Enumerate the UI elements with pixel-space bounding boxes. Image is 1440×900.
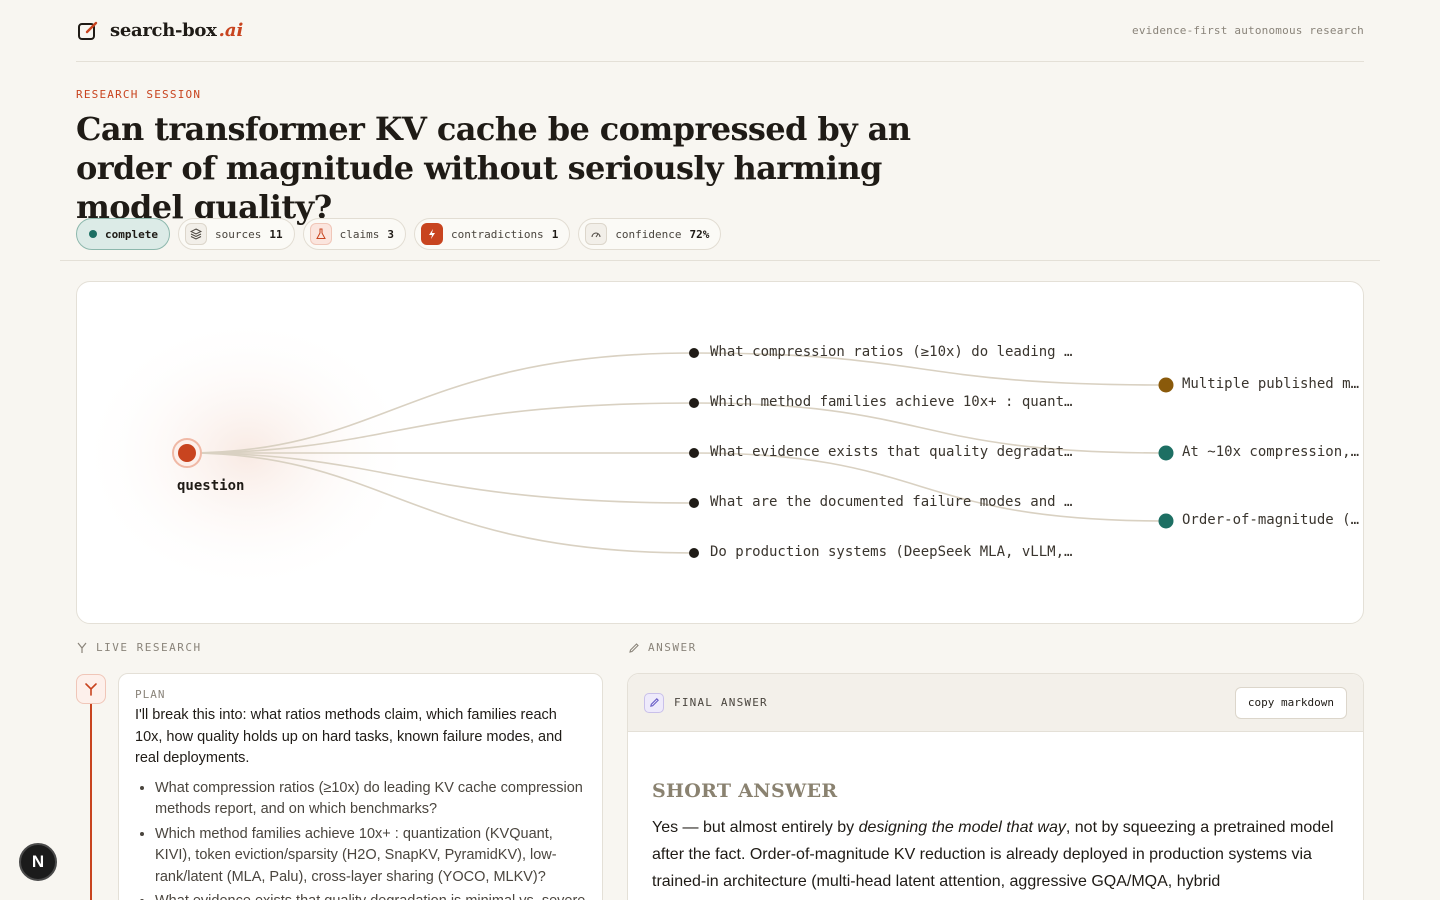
brand-logo[interactable]: search-box .ai — [76, 19, 243, 43]
confidence-label: confidence — [615, 227, 682, 241]
edit-square-icon — [76, 19, 100, 43]
status-dot-icon — [89, 230, 97, 238]
subquestion-node[interactable] — [689, 348, 699, 358]
gauge-icon — [585, 223, 608, 245]
lightning-icon — [420, 223, 443, 245]
confidence-pill[interactable]: confidence 72% — [578, 218, 722, 250]
root-node[interactable] — [178, 444, 196, 462]
sources-label: sources — [214, 227, 262, 241]
subquestion-label[interactable]: What compression ratios (≥10x) do leadin… — [710, 344, 1080, 360]
subquestion-node[interactable] — [689, 498, 699, 508]
live-research-heading: LIVE RESEARCH — [76, 641, 202, 654]
brand-name: search-box — [110, 20, 217, 41]
plan-card: PLAN I'll break this into: what ratios m… — [118, 673, 603, 900]
plan-list: What compression ratios (≥10x) do leadin… — [135, 778, 586, 900]
status-text: complete — [105, 227, 158, 241]
sources-count: 11 — [269, 227, 283, 241]
layers-icon — [184, 223, 207, 245]
subquestion-label[interactable]: Do production systems (DeepSeek MLA, vLL… — [710, 544, 1080, 560]
claim-label[interactable]: Multiple published me… — [1182, 376, 1363, 392]
subquestion-node[interactable] — [689, 398, 699, 408]
live-research-title: LIVE RESEARCH — [96, 641, 202, 654]
sources-pill[interactable]: sources 11 — [177, 218, 295, 250]
claim-node[interactable] — [1158, 513, 1174, 529]
final-answer-body: SHORT ANSWER Yes — but almost entirely b… — [628, 732, 1363, 895]
claim-label[interactable]: At ~10x compression, … — [1182, 444, 1363, 460]
contradictions-count: 1 — [551, 227, 559, 241]
branch-icon — [85, 683, 97, 696]
subquestion-node[interactable] — [689, 448, 699, 458]
root-node-label: question — [177, 478, 245, 494]
confidence-value: 72% — [689, 227, 710, 241]
header-divider — [60, 260, 1380, 261]
plan-item: What evidence exists that quality degrad… — [155, 891, 586, 900]
tagline: evidence-first autonomous research — [1132, 24, 1364, 37]
subquestion-label[interactable]: Which method families achieve 10x+ : qua… — [710, 394, 1080, 410]
pencil-icon — [629, 642, 639, 653]
answer-title: ANSWER — [648, 641, 697, 654]
claims-count: 3 — [387, 227, 394, 241]
copy-markdown-button[interactable]: copy markdown — [1234, 686, 1347, 719]
flask-icon — [309, 223, 332, 245]
final-answer-header: FINAL ANSWER copy markdown — [628, 674, 1363, 732]
session-label: RESEARCH SESSION — [76, 88, 202, 101]
top-bar: search-box .ai evidence-first autonomous … — [76, 0, 1364, 62]
page-title: Can transformer KV cache be compressed b… — [76, 110, 911, 226]
edge-subquestion-claim — [693, 452, 1167, 522]
claims-pill[interactable]: claims 3 — [302, 218, 406, 250]
short-answer-heading: SHORT ANSWER — [652, 780, 838, 802]
contradictions-label: contradictions — [450, 227, 544, 241]
status-badge: complete — [76, 218, 170, 250]
claims-label: claims — [339, 227, 380, 241]
subquestion-label[interactable]: What evidence exists that quality degrad… — [710, 444, 1080, 460]
subquestion-node[interactable] — [689, 548, 699, 558]
plan-item: Which method families achieve 10x+ : qua… — [155, 824, 586, 889]
final-answer-card: FINAL ANSWER copy markdown SHORT ANSWER … — [627, 673, 1364, 900]
answer-text-start: Yes — but almost entirely by — [652, 819, 859, 836]
claim-label[interactable]: Order-of-magnitude (~… — [1182, 512, 1363, 528]
research-graph[interactable]: question What compression ratios (≥10x) … — [76, 281, 1364, 624]
contradictions-pill[interactable]: contradictions 1 — [413, 218, 571, 250]
timeline-line — [90, 704, 92, 900]
branch-icon — [77, 642, 87, 653]
final-answer-title: FINAL ANSWER — [674, 696, 768, 709]
nextjs-dev-badge[interactable]: N — [19, 843, 57, 881]
plan-label: PLAN — [135, 688, 166, 701]
answer-heading: ANSWER — [628, 641, 697, 654]
claim-node[interactable] — [1158, 445, 1174, 461]
plan-step-icon — [76, 674, 106, 704]
subquestion-label[interactable]: What are the documented failure modes an… — [710, 494, 1080, 510]
plan-item: What compression ratios (≥10x) do leadin… — [155, 778, 586, 821]
plan-text: I'll break this into: what ratios method… — [135, 707, 563, 766]
brand-suffix: .ai — [218, 20, 244, 41]
pencil-icon — [644, 692, 664, 713]
answer-paragraph: Yes — but almost entirely by designing t… — [652, 814, 1339, 895]
claim-node[interactable] — [1158, 377, 1174, 393]
stats-bar: complete sources 11 claims 3 contradicti… — [76, 218, 722, 250]
answer-text-emphasis: designing the model that way — [858, 819, 1066, 836]
